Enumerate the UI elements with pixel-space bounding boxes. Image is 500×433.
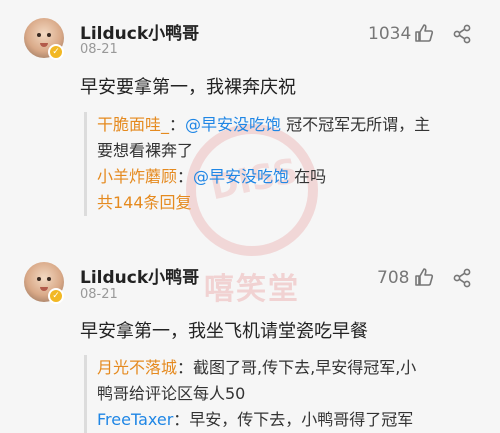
view-more-replies-link[interactable]: 共144条回复 xyxy=(97,190,480,216)
reply-author[interactable]: 月光不落城 xyxy=(97,358,177,377)
replies-box: 干脆面哇_：@早安没吃饱 冠不冠军无所谓，主 要想看裸奔了 小羊炸蘑顾：@早安没… xyxy=(84,112,480,216)
reply-separator: ： xyxy=(173,410,190,429)
share-icon[interactable] xyxy=(452,268,472,288)
reply-1[interactable]: 月光不落城：截图了哥,传下去,早安得冠军,小 鸭哥给评论区每人50 xyxy=(97,355,480,407)
watermark-caption: 嘻笑堂 xyxy=(204,272,300,307)
verified-badge-icon: ✓ xyxy=(48,288,64,304)
reply-separator: ： xyxy=(177,358,194,377)
username[interactable]: Lilduck小鸭哥 xyxy=(80,19,199,44)
like-count: 1034 xyxy=(368,24,412,44)
share-icon[interactable] xyxy=(452,24,472,44)
reply-text: 截图了哥,传下去,早安得冠军,小 xyxy=(193,358,417,377)
reply-text-continued: 鸭哥给评论区每人50 xyxy=(97,384,246,403)
replies-box: 月光不落城：截图了哥,传下去,早安得冠军,小 鸭哥给评论区每人50 FreeTa… xyxy=(84,355,480,433)
reply-separator: ： xyxy=(177,167,194,186)
reply-text: 早安，传下去，小鸭哥得了冠军 xyxy=(189,410,414,429)
reply-mention[interactable]: @早安没吃饱 xyxy=(185,115,281,134)
comment-text: 早安要拿第一，我裸奔庆祝 xyxy=(80,77,296,98)
comment-text: 早安拿第一，我坐飞机请堂瓷吃早餐 xyxy=(80,321,368,342)
reply-mention[interactable]: @早安没吃饱 xyxy=(193,167,289,186)
thumbs-up-icon[interactable] xyxy=(414,267,434,287)
verified-badge-icon: ✓ xyxy=(48,44,64,60)
comment-date: 08-21 xyxy=(80,42,118,57)
reply-2[interactable]: 小羊炸蘑顾：@早安没吃饱 在吗 xyxy=(97,164,480,190)
reply-1[interactable]: 干脆面哇_：@早安没吃饱 冠不冠军无所谓，主 要想看裸奔了 xyxy=(97,112,480,164)
reply-text-continued: 要想看裸奔了 xyxy=(97,141,194,160)
reply-author[interactable]: FreeTaxer xyxy=(97,410,173,429)
reply-author[interactable]: 干脆面哇_ xyxy=(97,115,169,134)
reply-text: 冠不冠军无所谓，主 xyxy=(281,115,431,134)
thumbs-up-icon[interactable] xyxy=(414,23,434,43)
comment-date: 08-21 xyxy=(80,287,118,302)
reply-author[interactable]: 小羊炸蘑顾 xyxy=(97,167,177,186)
username[interactable]: Lilduck小鸭哥 xyxy=(80,263,199,288)
reply-2[interactable]: FreeTaxer：早安，传下去，小鸭哥得了冠军 xyxy=(97,407,480,433)
reply-text: 在吗 xyxy=(289,167,327,186)
like-count: 708 xyxy=(377,268,410,288)
reply-separator: ： xyxy=(169,115,186,134)
